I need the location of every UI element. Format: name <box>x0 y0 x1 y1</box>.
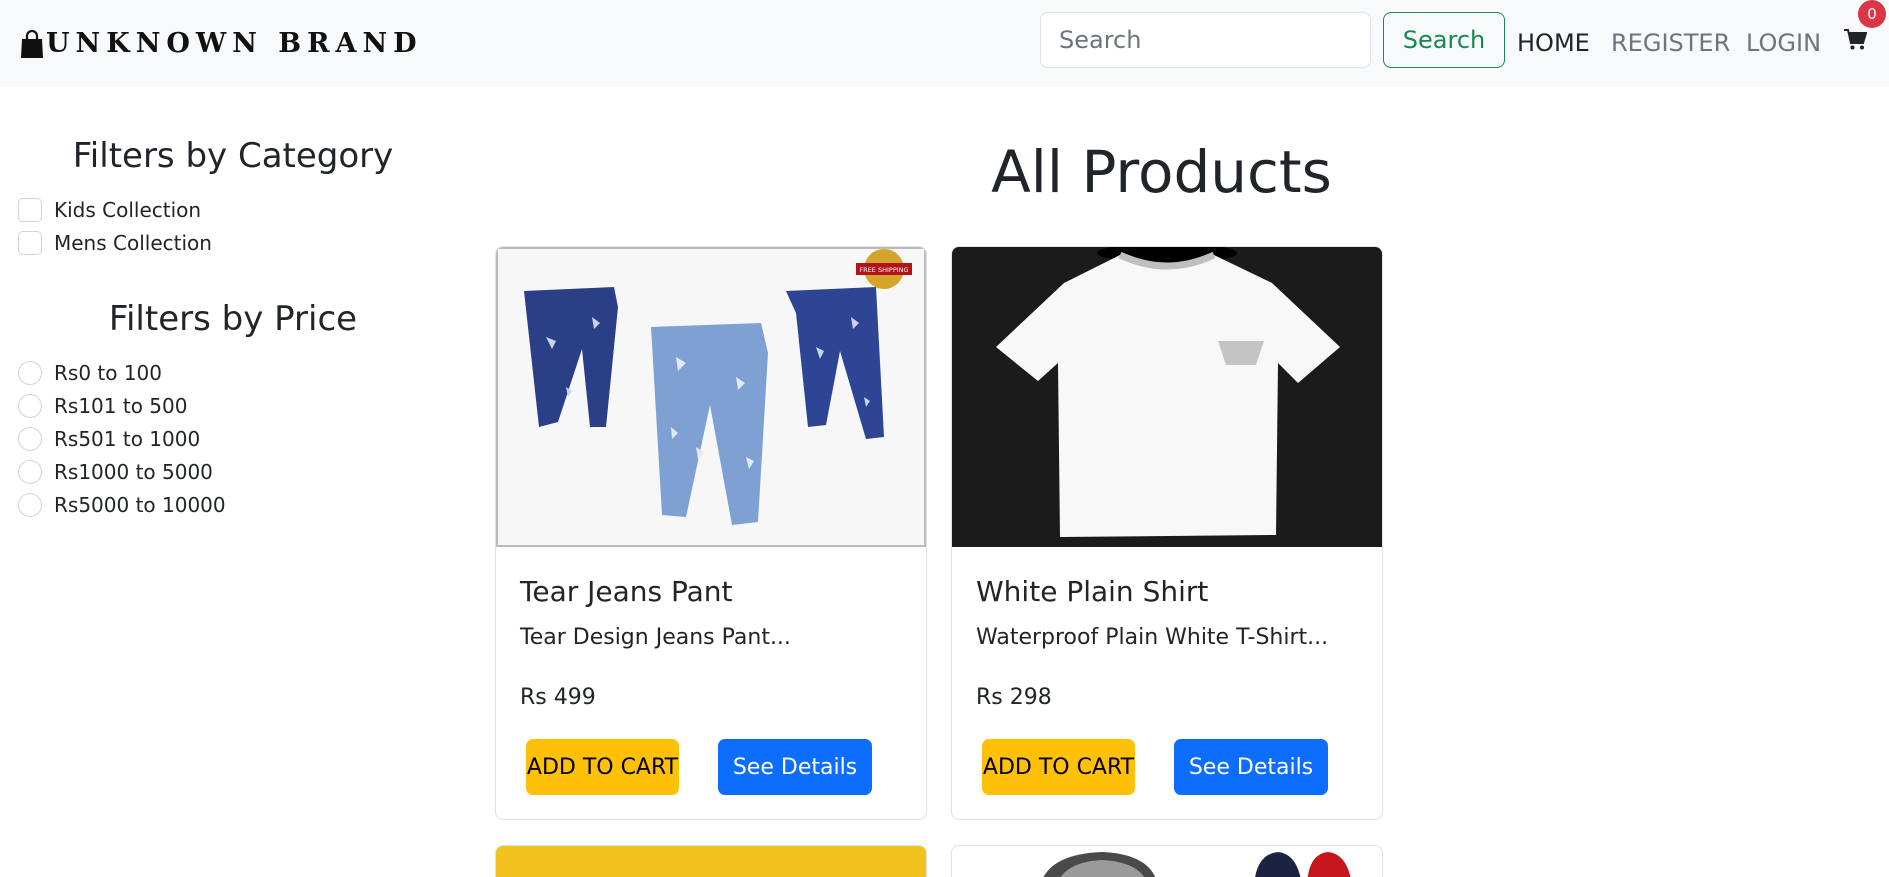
product-card-partial <box>951 845 1383 877</box>
see-details-button[interactable]: See Details <box>718 739 872 795</box>
radio-button[interactable] <box>18 427 42 451</box>
category-label: Mens Collection <box>54 231 212 255</box>
product-description: Tear Design Jeans Pant... <box>520 625 791 650</box>
radio-button[interactable] <box>18 361 42 385</box>
price-label: Rs5000 to 10000 <box>54 493 226 517</box>
add-to-cart-button[interactable]: ADD TO CART <box>982 739 1135 795</box>
radio-button[interactable] <box>18 394 42 418</box>
search-input[interactable] <box>1040 12 1371 68</box>
product-description: Waterproof Plain White T-Shirt... <box>976 625 1329 650</box>
product-image-partial <box>1043 852 1351 877</box>
brand-link[interactable]: UNKNOWN BRAND <box>20 26 423 62</box>
price-label: Rs501 to 1000 <box>54 427 201 451</box>
nav-register-link[interactable]: REGISTER <box>1611 26 1730 60</box>
price-filter-101-500[interactable]: Rs101 to 500 <box>18 392 187 420</box>
search-button[interactable]: Search <box>1383 12 1505 68</box>
page-title: All Products <box>991 138 1332 206</box>
radio-button[interactable] <box>18 460 42 484</box>
category-label: Kids Collection <box>54 198 202 222</box>
cart-button[interactable] <box>1843 24 1868 52</box>
see-details-button[interactable]: See Details <box>1174 739 1328 795</box>
product-image-partial <box>496 846 927 877</box>
category-filter-kids[interactable]: Kids Collection <box>18 196 201 224</box>
nav-home-link[interactable]: HOME <box>1517 26 1590 60</box>
price-label: Rs1000 to 5000 <box>54 460 213 484</box>
product-price: Rs 298 <box>976 685 1052 710</box>
cart-count-badge: 0 <box>1858 0 1886 28</box>
checkbox[interactable] <box>18 198 42 222</box>
product-price: Rs 499 <box>520 685 596 710</box>
product-title: Tear Jeans Pant <box>520 575 733 608</box>
price-label: Rs101 to 500 <box>54 394 188 418</box>
category-filter-heading: Filters by Category <box>72 136 394 176</box>
add-to-cart-button[interactable]: ADD TO CART <box>526 739 679 795</box>
price-filter-0-100[interactable]: Rs0 to 100 <box>18 359 162 387</box>
navbar: UNKNOWN BRAND Search HOME REGISTER LOGIN <box>0 0 1889 87</box>
cart-icon <box>1844 29 1868 50</box>
price-filter-1000-5000[interactable]: Rs1000 to 5000 <box>18 458 213 486</box>
product-image-jeans: FREE SHIPPING <box>496 247 926 547</box>
badge-text: FREE SHIPPING <box>859 266 908 274</box>
price-filter-heading: Filters by Price <box>108 299 358 339</box>
brand-name: UNKNOWN BRAND <box>46 28 423 59</box>
product-card: White Plain Shirt Waterproof Plain White… <box>951 246 1383 820</box>
checkbox[interactable] <box>18 231 42 255</box>
price-filter-501-1000[interactable]: Rs501 to 1000 <box>18 425 200 453</box>
product-image-shirt <box>952 247 1382 547</box>
product-card-partial <box>495 845 927 877</box>
product-card: FREE SHIPPING Tear Jeans Pant Tear Desig… <box>495 246 927 820</box>
product-title: White Plain Shirt <box>976 575 1209 608</box>
radio-button[interactable] <box>18 493 42 517</box>
price-filter-5000-10000[interactable]: Rs5000 to 10000 <box>18 491 226 519</box>
nav-login-link[interactable]: LOGIN <box>1746 26 1821 60</box>
price-label: Rs0 to 100 <box>54 361 163 385</box>
category-filter-mens[interactable]: Mens Collection <box>18 229 212 257</box>
shopping-bag-icon <box>21 29 43 58</box>
